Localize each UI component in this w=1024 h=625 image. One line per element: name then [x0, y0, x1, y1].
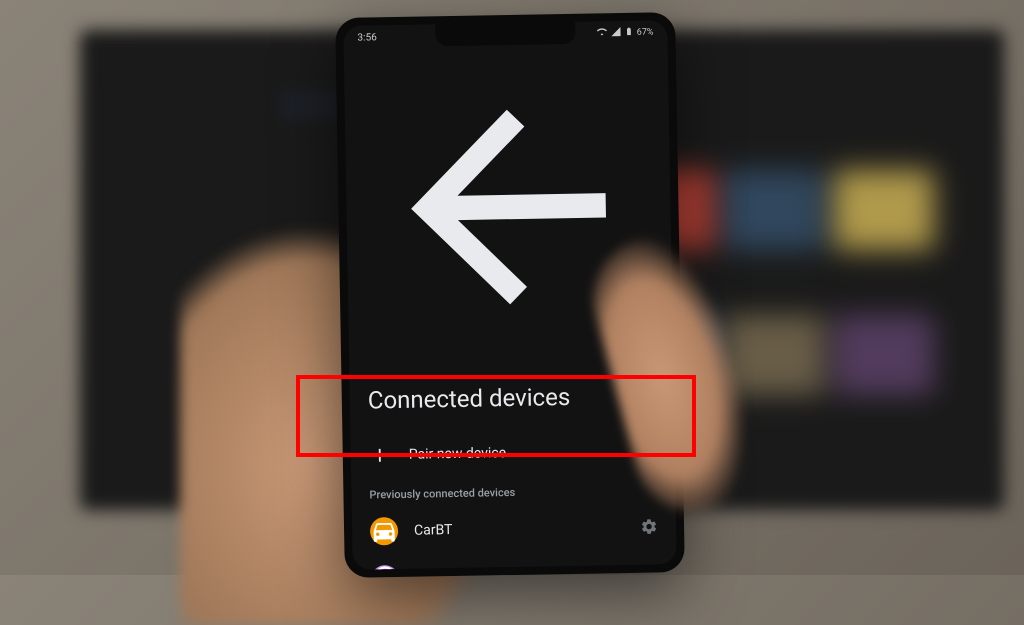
battery-icon — [625, 26, 634, 40]
car-icon — [370, 517, 398, 545]
phone-notch — [435, 22, 575, 46]
pair-new-device-label: Pair new device — [409, 442, 657, 462]
device-carbt[interactable]: CarBT — [352, 502, 677, 556]
pair-new-device[interactable]: Pair new device — [350, 427, 675, 479]
assistant-dots — [280, 90, 340, 120]
battery-percent: 67% — [637, 27, 654, 37]
gear-icon[interactable] — [640, 517, 658, 535]
wifi-icon — [597, 26, 608, 40]
device-name: CarBT — [414, 519, 624, 539]
signal-icon — [611, 26, 622, 40]
headphones-icon — [371, 565, 399, 570]
status-time: 3:56 — [357, 32, 376, 43]
plus-icon — [369, 444, 391, 466]
gear-icon[interactable] — [641, 565, 659, 569]
device-name: L33 — [415, 567, 625, 570]
